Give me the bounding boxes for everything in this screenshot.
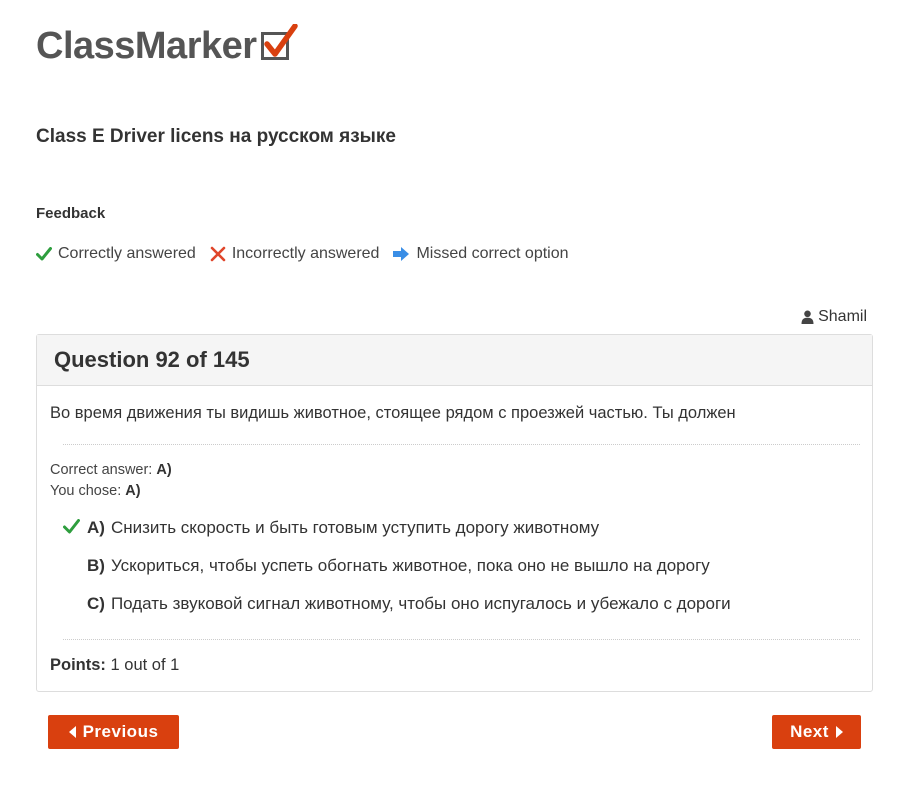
option-b: B) Ускориться, чтобы успеть обогнать жив… xyxy=(87,556,710,576)
check-icon xyxy=(36,247,52,261)
next-button[interactable]: Next xyxy=(772,715,861,749)
caret-right-icon xyxy=(835,726,843,738)
user-icon xyxy=(801,310,814,324)
points-info: Points: 1 out of 1 xyxy=(50,656,179,675)
caret-left-icon xyxy=(68,726,76,738)
feedback-heading: Feedback xyxy=(36,205,106,222)
logo-checkmark-icon xyxy=(259,24,298,64)
you-chose-value: A) xyxy=(125,483,141,499)
legend-missed: Missed correct option xyxy=(393,245,569,263)
question-number: Question 92 of 145 xyxy=(54,347,250,372)
divider xyxy=(63,444,860,445)
legend-incorrect-label: Incorrectly answered xyxy=(231,245,380,262)
question-text: Во время движения ты видишь животное, ст… xyxy=(50,404,736,422)
option-text: Снизить скорость и быть готовым уступить… xyxy=(110,518,600,537)
previous-button[interactable]: Previous xyxy=(48,715,179,749)
next-label: Next xyxy=(790,722,829,741)
legend-correct: Correctly answered xyxy=(36,245,196,263)
option-letter: B) xyxy=(87,556,105,575)
legend-missed-label: Missed correct option xyxy=(416,245,569,262)
legend-correct-label: Correctly answered xyxy=(58,245,196,262)
option-text: Подать звуковой сигнал животному, чтобы … xyxy=(110,594,731,613)
question-header: Question 92 of 145 xyxy=(37,335,872,386)
classmarker-logo: ClassMarker xyxy=(36,24,298,68)
correct-answer-info: Correct answer: A) xyxy=(50,462,172,478)
quiz-title: Class E Driver licens на русском языке xyxy=(36,126,396,147)
option-a: A) Снизить скорость и быть готовым уступ… xyxy=(87,518,599,538)
option-c: C) Подать звуковой сигнал животному, что… xyxy=(87,594,731,614)
arrow-right-icon xyxy=(393,247,410,261)
option-letter: C) xyxy=(87,594,105,613)
check-icon xyxy=(63,519,80,534)
correct-answer-label: Correct answer: xyxy=(50,462,153,478)
feedback-legend: Correctly answered Incorrectly answered … xyxy=(36,245,583,263)
option-letter: A) xyxy=(87,518,105,537)
cross-icon xyxy=(210,246,226,262)
option-text: Ускориться, чтобы успеть обогнать животн… xyxy=(110,556,710,575)
logo-text: ClassMarker xyxy=(36,25,257,67)
legend-incorrect: Incorrectly answered xyxy=(210,245,380,263)
user-badge: Shamil xyxy=(801,308,867,326)
you-chose-info: You chose: A) xyxy=(50,483,141,499)
question-panel: Question 92 of 145 Во время движения ты … xyxy=(36,334,873,692)
points-label: Points: xyxy=(50,656,106,674)
user-name: Shamil xyxy=(818,308,867,325)
points-value: 1 out of 1 xyxy=(110,656,180,674)
previous-label: Previous xyxy=(82,722,159,741)
you-chose-label: You chose: xyxy=(50,483,122,499)
correct-answer-value: A) xyxy=(156,462,172,478)
divider xyxy=(63,639,860,640)
